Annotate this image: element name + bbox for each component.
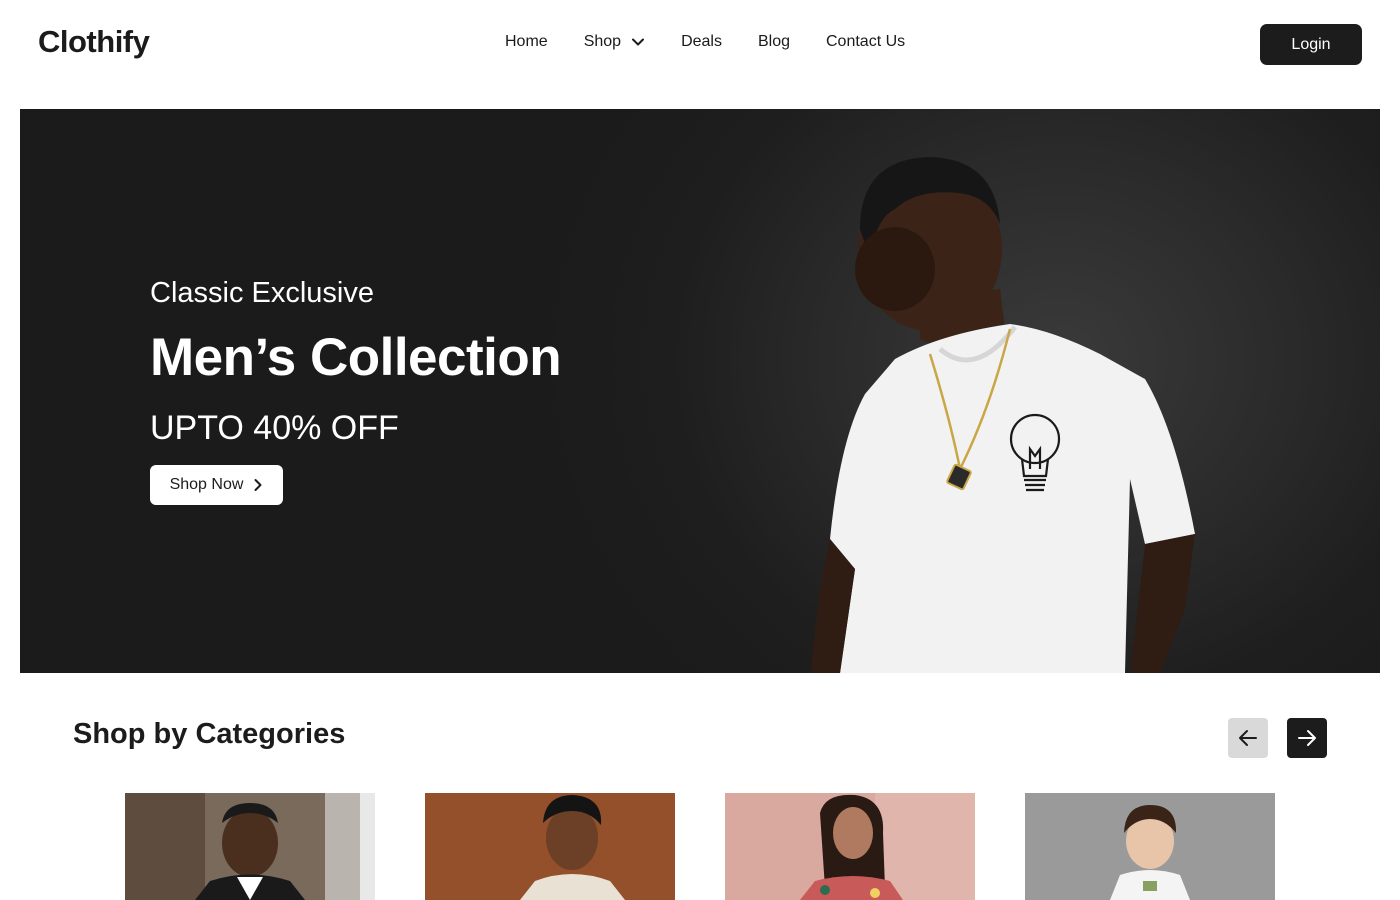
category-card-kids[interactable]: [1025, 793, 1275, 900]
category-card-women[interactable]: [725, 793, 975, 900]
carousel-next-button[interactable]: [1287, 718, 1327, 758]
category-image-casual: [425, 793, 675, 900]
category-image-men: [125, 793, 375, 900]
category-image-women: [725, 793, 975, 900]
nav-deals[interactable]: Deals: [681, 33, 722, 51]
hero-model-image: [810, 157, 1195, 673]
category-card-casual[interactable]: [425, 793, 675, 900]
arrow-right-icon: [1298, 730, 1316, 746]
category-image-kids: [1025, 793, 1275, 900]
category-cards: [125, 793, 1275, 900]
nav-home[interactable]: Home: [505, 33, 548, 51]
nav-blog[interactable]: Blog: [758, 33, 790, 51]
shop-now-label: Shop Now: [169, 476, 244, 493]
main-nav: Home Shop Deals Blog Contact Us: [505, 33, 905, 51]
categories-title: Shop by Categories: [73, 718, 346, 750]
chevron-down-icon: [632, 38, 645, 46]
hero-offer: UPTO 40% OFF: [150, 409, 399, 447]
hero-banner: Classic Exclusive Men’s Collection UPTO …: [20, 109, 1380, 673]
nav-contact[interactable]: Contact Us: [826, 33, 905, 51]
nav-shop-label: Shop: [583, 33, 622, 50]
site-header: Clothify Home Shop Deals Blog Contact Us…: [0, 0, 1400, 88]
nav-shop[interactable]: Shop: [584, 33, 645, 51]
shop-now-button[interactable]: Shop Now: [150, 465, 283, 505]
category-card-men[interactable]: [125, 793, 375, 900]
logo[interactable]: Clothify: [38, 24, 150, 60]
hero-title: Men’s Collection: [150, 328, 562, 387]
carousel-prev-button[interactable]: [1228, 718, 1268, 758]
hero-subtitle: Classic Exclusive: [150, 277, 374, 309]
arrow-left-icon: [1239, 730, 1257, 746]
login-button[interactable]: Login: [1260, 24, 1362, 65]
chevron-right-icon: [254, 479, 262, 491]
